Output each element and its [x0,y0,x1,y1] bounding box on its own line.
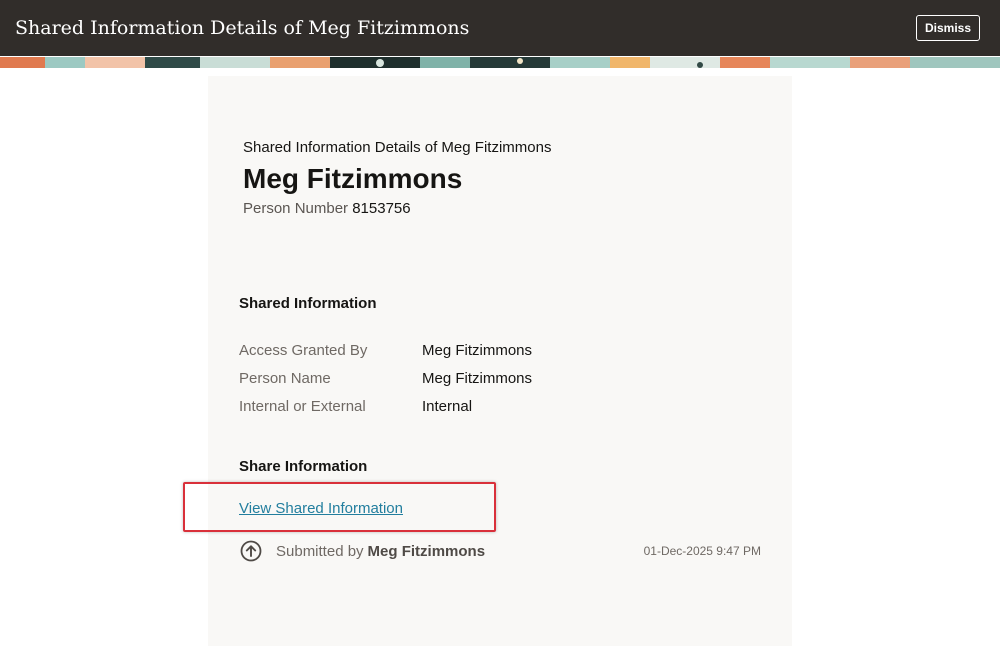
person-number: Person Number 8153756 [243,200,411,217]
field-value: Internal [422,398,473,415]
person-number-label: Person Number [243,200,349,217]
field-label: Person Name [239,370,331,387]
submission-info: Submitted by Meg Fitzimmons [240,540,485,562]
highlight-box [183,482,496,532]
person-number-value: 8153756 [352,200,411,217]
submitted-by-name: Meg Fitzimmons [367,542,486,560]
submitted-by-label: Submitted by [276,542,364,560]
person-name-heading: Meg Fitzimmons [243,163,463,194]
field-label: Internal or External [239,398,366,415]
field-row-person-name: Person Name Meg Fitzimmons [239,370,532,387]
field-label: Access Granted By [239,342,368,359]
card-subtitle: Shared Information Details of Meg Fitzim… [243,139,552,156]
field-row-access-granted-by: Access Granted By Meg Fitzimmons [239,342,532,359]
page-title: Shared Information Details of Meg Fitzim… [15,17,470,39]
field-row-internal-or-external: Internal or External Internal [239,398,472,415]
upload-arrow-circle-icon [240,540,262,562]
decorative-banner [0,56,1000,68]
field-value: Meg Fitzimmons [422,342,533,359]
details-card: Shared Information Details of Meg Fitzim… [208,76,792,646]
share-information-heading: Share Information [239,458,368,475]
dismiss-button[interactable]: Dismiss [915,15,980,41]
page-header: Shared Information Details of Meg Fitzim… [0,0,1000,56]
shared-information-heading: Shared Information [239,295,377,312]
field-value: Meg Fitzimmons [422,370,533,387]
submission-timestamp: 01-Dec-2025 9:47 PM [643,544,761,558]
